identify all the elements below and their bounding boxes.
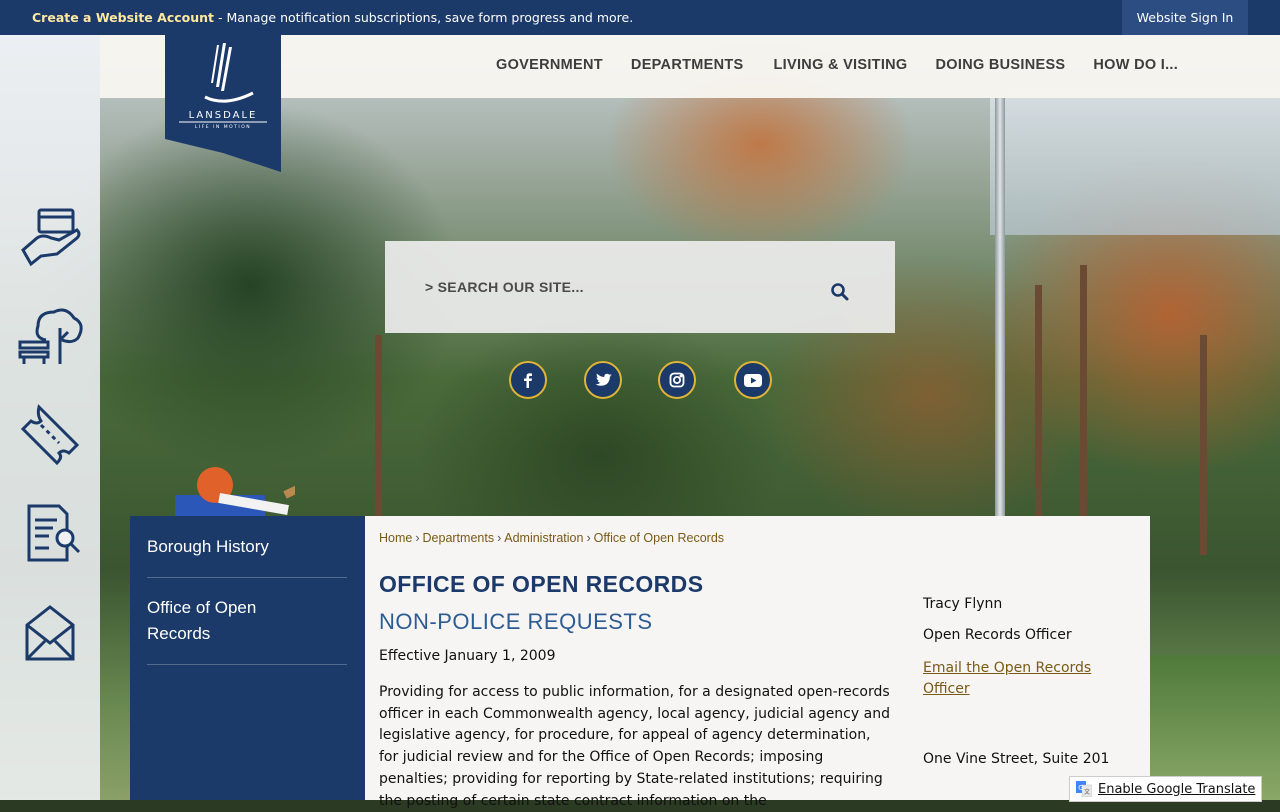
search-icon[interactable] xyxy=(829,281,851,303)
records-search-icon[interactable] xyxy=(14,498,86,568)
contact-address: One Vine Street, Suite 201 xyxy=(923,751,1110,767)
google-translate-icon: G 文 xyxy=(1076,781,1092,797)
account-message-text: - Manage notification subscriptions, sav… xyxy=(214,10,634,25)
nav-departments[interactable]: DEPARTMENTS xyxy=(631,57,744,73)
sidenav-item-open-records[interactable]: Office of Open Records xyxy=(147,595,297,647)
create-account-link[interactable]: Create a Website Account xyxy=(32,10,214,25)
site-search: > SEARCH OUR SITE... xyxy=(385,241,895,333)
tickets-icon[interactable] xyxy=(14,399,86,469)
search-input[interactable]: > SEARCH OUR SITE... xyxy=(425,279,584,295)
contact-card: Tracy Flynn Open Records Officer Email t… xyxy=(923,596,1113,767)
contact-name: Tracy Flynn xyxy=(923,596,1003,612)
instagram-icon[interactable] xyxy=(658,361,696,399)
main-content: Home › Departments › Administration › Office o… xyxy=(365,516,1150,809)
side-nav: Borough History Office of Open Records xyxy=(130,516,365,800)
sidenav-divider xyxy=(147,577,347,578)
hero-tree-trunk xyxy=(1080,265,1087,555)
hero-sky xyxy=(990,95,1280,235)
notify-me-icon[interactable] xyxy=(14,597,86,667)
logo-name: LANSDALE xyxy=(189,110,258,121)
hero-tree-trunk xyxy=(1035,285,1042,555)
contact-role: Open Records Officer xyxy=(923,627,1072,643)
account-message: Create a Website Account - Manage notifi… xyxy=(32,10,633,25)
google-translate-label: Enable Google Translate xyxy=(1098,781,1256,797)
nav-doing-business[interactable]: DOING BUSINESS xyxy=(936,57,1066,73)
breadcrumb-departments[interactable]: Departments xyxy=(423,531,495,545)
breadcrumb-administration[interactable]: Administration xyxy=(504,531,583,545)
breadcrumb-home[interactable]: Home xyxy=(379,531,412,545)
lansdale-logo[interactable]: LANSDALE LIFE IN MOTION xyxy=(165,35,281,172)
sign-in-button[interactable]: Website Sign In xyxy=(1122,0,1248,35)
nav-how-do-i[interactable]: HOW DO I... xyxy=(1093,57,1178,73)
pay-bill-icon[interactable] xyxy=(14,202,86,272)
twitter-icon[interactable] xyxy=(584,361,622,399)
quick-links-rail xyxy=(0,35,100,800)
facebook-icon[interactable] xyxy=(509,361,547,399)
svg-text:G: G xyxy=(1078,784,1083,792)
contact-email-link[interactable]: Email the Open Records Officer xyxy=(923,658,1113,700)
hero-tree-trunk xyxy=(1200,335,1207,555)
sidenav-divider xyxy=(147,664,347,665)
parks-icon[interactable] xyxy=(14,300,86,370)
breadcrumb-current[interactable]: Office of Open Records xyxy=(594,531,724,545)
breadcrumb: Home › Departments › Administration › Office o… xyxy=(379,531,725,545)
nav-government[interactable]: GOVERNMENT xyxy=(496,57,603,73)
intro-paragraph: Providing for access to public informati… xyxy=(379,684,890,809)
youtube-icon[interactable] xyxy=(734,361,772,399)
nav-living-visiting[interactable]: LIVING & VISITING xyxy=(774,57,908,73)
hero-light-pole xyxy=(995,95,1005,555)
page-title: OFFICE OF OPEN RECORDS xyxy=(379,571,704,597)
page-subtitle: NON-POLICE REQUESTS xyxy=(379,609,653,634)
effective-date: Effective January 1, 2009 xyxy=(379,648,556,664)
sidenav-item-borough-history[interactable]: Borough History xyxy=(147,534,347,560)
svg-text:文: 文 xyxy=(1084,788,1090,796)
logo-tagline: LIFE IN MOTION xyxy=(195,124,251,130)
top-bar: Create a Website Account - Manage notifi… xyxy=(0,0,1280,35)
google-translate-button[interactable]: G 文 Enable Google Translate xyxy=(1069,776,1262,802)
